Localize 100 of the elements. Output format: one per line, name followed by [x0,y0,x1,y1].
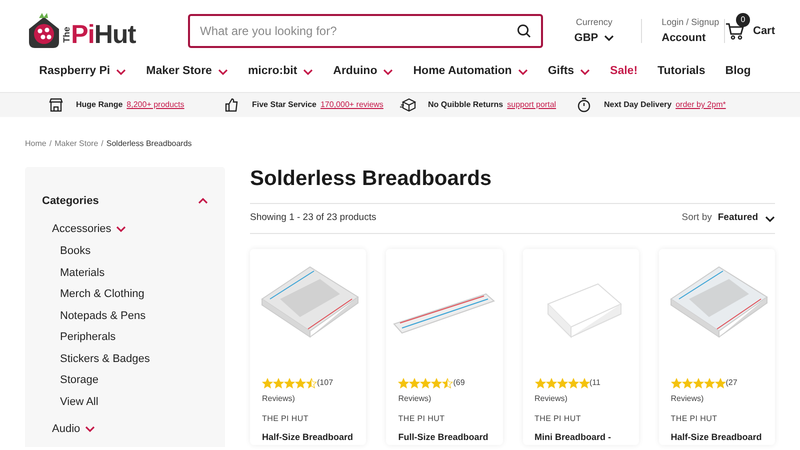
subcategory-link[interactable]: Storage [42,372,208,388]
usp-title: Next Day Delivery [604,99,672,111]
breadcrumb-separator: / [101,138,104,150]
cart-icon [725,22,745,40]
usp-link[interactable]: 170,000+ reviews [320,99,384,111]
chevron-down-icon [765,216,775,222]
nav-link[interactable]: Gifts [548,63,590,81]
breadcrumb-current: Solderless Breadboards [106,138,192,150]
account-link[interactable]: Login / Signup Account [662,16,724,46]
store-icon [48,97,64,113]
review-count: (11 [590,377,600,389]
breadcrumb-separator: / [49,138,52,150]
review-count: (27 [726,377,738,389]
star-icon [431,378,442,388]
star-icon [704,378,715,388]
usp-title: Huge Range [76,99,123,111]
subcategory-link[interactable]: View All [42,394,208,410]
chevron-down-icon [85,426,96,432]
product-card[interactable]: (11 Reviews) THE PI HUT Mini Breadboard - [522,249,639,445]
subcategory-link[interactable]: Stickers & Badges [42,350,208,366]
review-count: Reviews) [670,393,705,405]
subcategory-link[interactable]: Materials [42,264,208,280]
product-card[interactable]: (107 Reviews) THE PI HUT Half-Size Breadboard [250,249,366,445]
categories-toggle[interactable]: Categories [42,193,208,209]
chevron-down-icon [303,69,314,75]
review-count: (69 [453,377,465,389]
star-icon [295,378,306,388]
result-count: Showing 1 - 23 of 23 products [250,211,376,226]
product-card[interactable]: (69 Reviews) THE PI HUT Full-Size Breadboard [386,249,502,445]
star-icon [670,378,682,388]
breadcrumb-link[interactable]: Maker Store [54,138,98,150]
subcategory-link[interactable]: Peripherals [42,329,208,345]
box-icon [400,97,416,113]
chevron-down-icon [218,69,228,75]
product-name: Half-Size Breadboard [262,431,354,444]
star-icon [578,378,590,388]
review-count: Reviews) [262,393,296,405]
nav-link[interactable]: Home Automation [413,63,528,81]
chevron-up-icon [198,198,208,204]
logo-text: The [60,27,72,43]
logo-text: Pi [71,21,94,47]
subcategory-link[interactable]: Books [42,243,208,259]
star-icon [568,378,578,388]
chevron-down-icon [518,69,528,75]
star-icon [284,378,295,388]
subcategory-link[interactable]: Merch & Clothing [42,286,208,302]
currency-selector[interactable]: Currency GBP [568,16,621,46]
usp-title: No Quibble Returns [428,99,504,111]
usp-link[interactable]: support portal [507,99,556,111]
logo-text: Hut [94,21,136,47]
chevron-down-icon [604,34,614,41]
nav-link[interactable]: Raspberry Pi [39,63,126,81]
usp-link[interactable]: 8,200+ products [126,99,184,111]
star-icon [534,378,546,388]
nav-link[interactable]: Blog [725,63,751,81]
nav-link[interactable]: Maker Store [146,63,228,81]
star-icon [442,378,454,388]
category-link[interactable]: Accessories [42,221,208,237]
nav-link[interactable]: Arduino [333,63,394,81]
star-icon [420,378,432,388]
chevron-down-icon [116,69,126,75]
product-card[interactable]: (27 Reviews) THE PI HUT Half-Size Breadboard [658,249,775,445]
usp-link[interactable]: order by 2pm* [676,99,726,111]
page-title: Solderless Breadboards [250,168,493,192]
brand-label: THE PI HUT [670,413,718,425]
star-icon [546,378,556,388]
brand-label: THE PI HUT [398,413,446,425]
sort-dropdown[interactable]: Sort by Featured [682,211,775,226]
nav-link[interactable]: Tutorials [658,63,706,81]
review-count: (107 [317,377,334,389]
breadcrumb-link[interactable]: Home [25,138,46,150]
star-icon [556,378,568,388]
chevron-down-icon [580,69,590,75]
product-name: Full-Size Breadboard [398,431,488,444]
star-icon [692,378,704,388]
star-icon [714,378,726,388]
category-link[interactable]: Audio [42,421,208,437]
cart-count-badge: 0 [736,13,750,27]
star-icon [682,378,693,388]
review-count: Reviews) [398,393,432,405]
brand-label: THE PI HUT [262,413,310,425]
stopwatch-icon [576,97,592,113]
nav-link[interactable]: micro:bit [248,63,314,81]
star-icon [409,378,420,388]
thumbs-up-icon [224,97,240,113]
search-field[interactable]: What are you looking for? [188,14,543,48]
star-icon [273,378,284,388]
chevron-down-icon [383,69,394,75]
star-icon [398,378,410,388]
product-name: Mini Breadboard - [534,431,612,444]
review-count: Reviews) [534,393,568,405]
subcategory-link[interactable]: Notepads & Pens [42,308,208,324]
product-name: Half-Size Breadboard [670,431,762,444]
star-icon [306,378,317,388]
nav-link[interactable]: Sale! [610,63,638,81]
star-icon [262,378,273,388]
brand-label: THE PI HUT [534,413,582,425]
search-icon [516,24,531,38]
usp-title: Five Star Service [252,99,316,111]
chevron-down-icon [116,226,126,232]
